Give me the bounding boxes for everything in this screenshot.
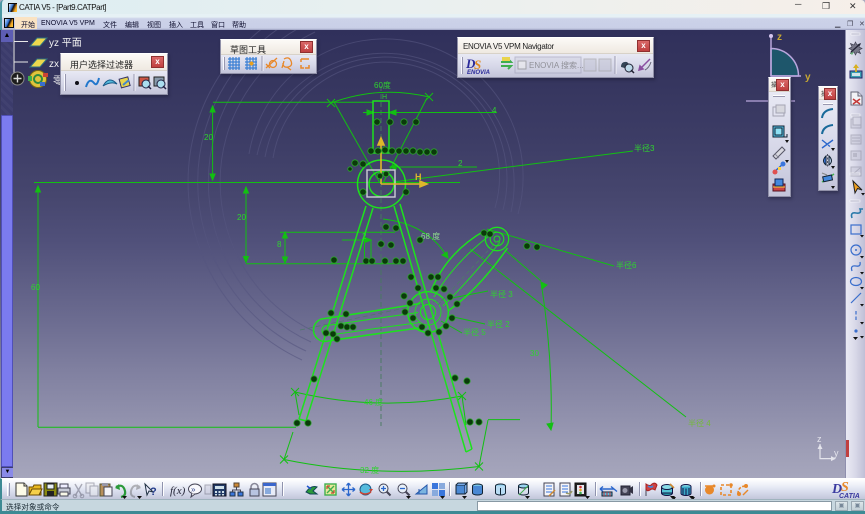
svg-text:zx: zx (49, 59, 59, 70)
svg-text:半径 5: 半径 5 (463, 327, 486, 337)
svg-text:半径3: 半径3 (634, 143, 655, 153)
svg-text:30: 30 (530, 349, 539, 358)
svg-text:46 度: 46 度 (364, 397, 383, 407)
svg-text:2: 2 (458, 159, 463, 168)
svg-text:60: 60 (31, 283, 40, 292)
svg-text:20: 20 (237, 213, 246, 222)
svg-text:20: 20 (204, 133, 213, 142)
svg-text:y: y (834, 448, 839, 458)
svg-text:半径6: 半径6 (616, 260, 637, 270)
svg-text:8: 8 (277, 240, 282, 249)
svg-text:半径 4: 半径 4 (688, 418, 711, 428)
svg-text:f(x): f(x) (170, 485, 186, 497)
svg-text:z: z (817, 434, 822, 444)
svg-text:yz 平面: yz 平面 (49, 38, 82, 49)
svg-text:68 度: 68 度 (421, 231, 440, 241)
svg-text:?: ? (150, 486, 157, 498)
svg-text:ENOVIA: ENOVIA (467, 70, 490, 76)
svg-text:60度: 60度 (374, 80, 391, 90)
svg-text:y: y (805, 72, 811, 83)
svg-text:H: H (382, 94, 387, 101)
svg-text:32 度: 32 度 (360, 465, 379, 475)
svg-text:»: » (191, 485, 196, 494)
svg-text:2: 2 (362, 232, 367, 241)
svg-text:H: H (415, 172, 422, 182)
svg-text:z: z (777, 32, 782, 43)
svg-text:ENOVIA 搜索...: ENOVIA 搜索... (529, 60, 584, 70)
svg-text:半径 3: 半径 3 (490, 289, 513, 299)
svg-text:4: 4 (492, 106, 497, 115)
svg-text:半径 2: 半径 2 (487, 319, 510, 329)
